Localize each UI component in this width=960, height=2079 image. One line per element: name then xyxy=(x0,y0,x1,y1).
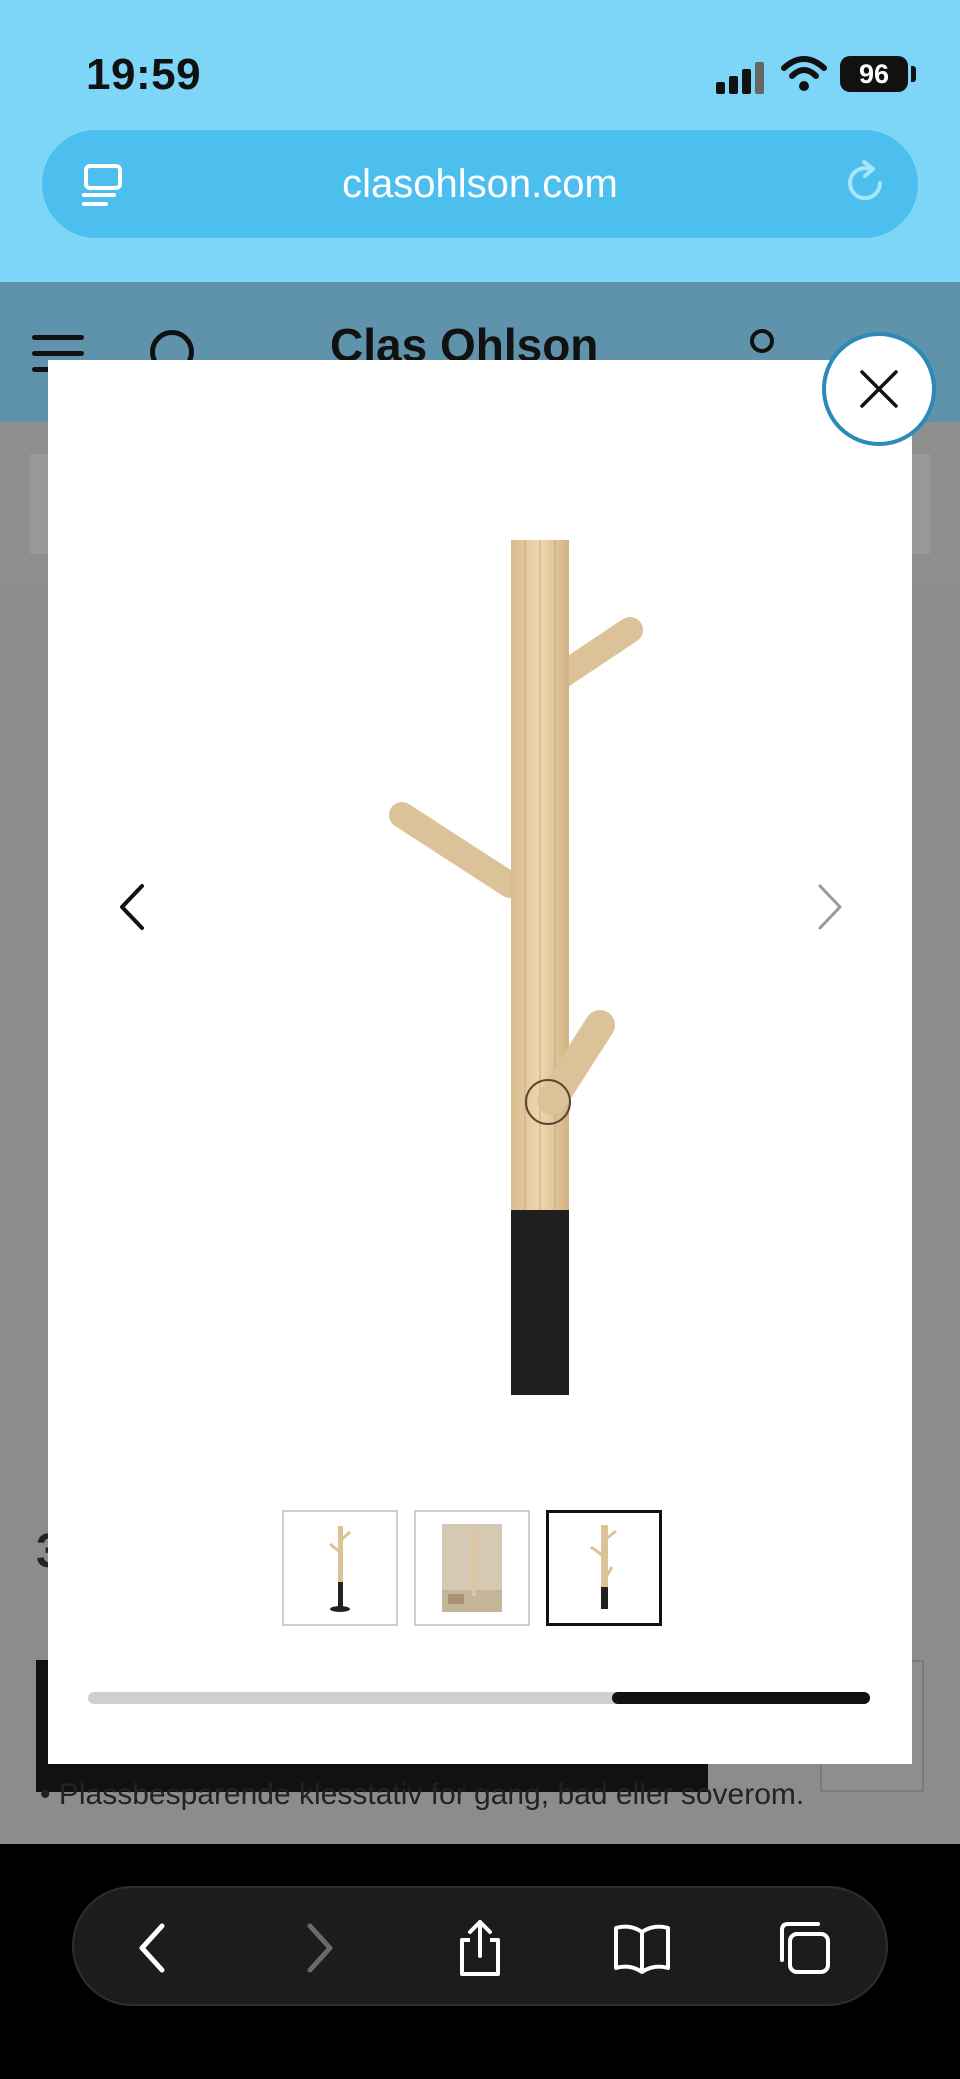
chevron-left-icon[interactable] xyxy=(116,882,148,932)
browser-bottom-toolbar xyxy=(0,1844,960,2079)
thumbnail-image-full xyxy=(329,1526,351,1612)
thumbnail-image-room xyxy=(442,1524,502,1612)
gallery-scroll-thumb[interactable] xyxy=(611,1692,870,1704)
thumbnail-2[interactable] xyxy=(414,1510,530,1626)
forward-arrow-icon[interactable] xyxy=(288,1918,348,1978)
address-bar[interactable]: clasohlson.com xyxy=(42,130,918,238)
tabs-icon[interactable] xyxy=(774,1918,834,1978)
gallery-scroll-progress[interactable] xyxy=(88,1692,870,1704)
thumbnail-1[interactable] xyxy=(282,1510,398,1626)
status-time: 19:59 xyxy=(86,50,202,99)
share-icon[interactable] xyxy=(450,1918,510,1978)
chevron-right-icon[interactable] xyxy=(814,882,846,932)
toolbar-pill xyxy=(72,1886,888,2006)
product-main-image xyxy=(389,540,643,1395)
thumbnail-3[interactable] xyxy=(546,1510,662,1626)
url-text[interactable]: clasohlson.com xyxy=(42,130,918,238)
cellular-signal-icon xyxy=(716,60,764,94)
close-icon xyxy=(860,370,898,408)
close-button[interactable] xyxy=(822,332,936,446)
wifi-icon xyxy=(781,56,827,91)
browser-top-bar: 19:59 96 clasohlson.com xyxy=(0,0,960,282)
back-arrow-icon[interactable] xyxy=(124,1918,184,1978)
product-bullet-text: Plassbesparende klesstativ for gang, bad… xyxy=(58,1778,805,1811)
battery-tip xyxy=(911,66,916,82)
reload-icon[interactable] xyxy=(840,158,890,208)
thumbnail-image-closeup xyxy=(590,1525,617,1609)
product-bullet: • Plassbesparende klesstativ for gang, b… xyxy=(40,1778,805,1811)
book-icon[interactable] xyxy=(612,1918,672,1978)
battery-indicator: 96 xyxy=(840,56,908,92)
